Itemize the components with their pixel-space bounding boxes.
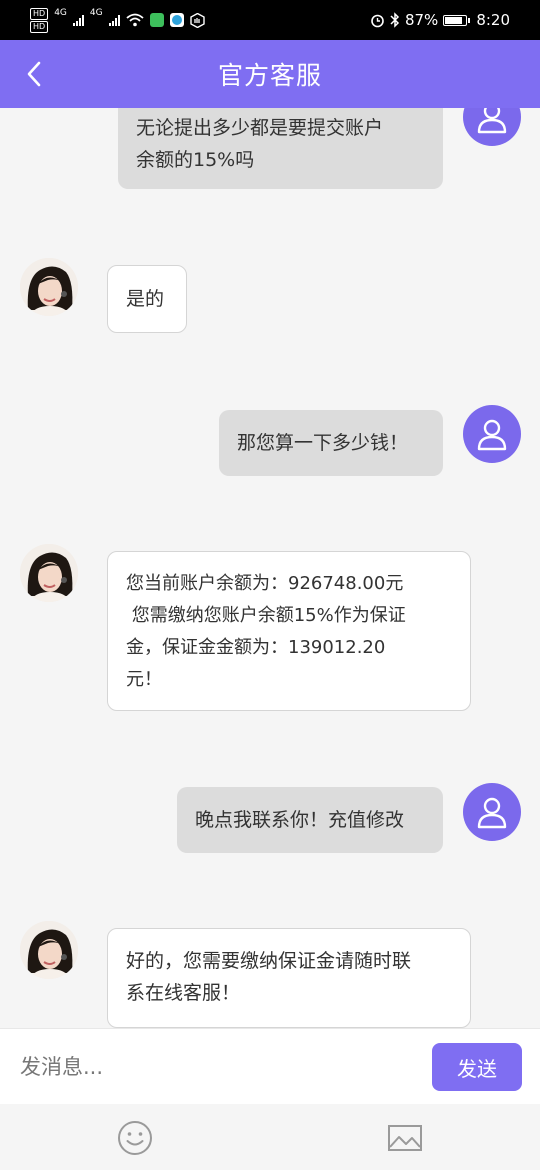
status-bar: HD HD 4G 4G 87% 8:20 (0, 0, 540, 40)
message-line: 晚点我联系你！充值修改 (195, 809, 405, 831)
telegram-app-icon (169, 13, 184, 27)
network-type-label: 4G (89, 7, 103, 18)
status-bar-left: HD HD 4G 4G (30, 7, 205, 33)
emoji-button[interactable] (115, 1118, 155, 1158)
agent-avatar (20, 921, 78, 979)
message-line: 是的 (126, 288, 165, 310)
user-message-bubble: 那您算一下多少钱！ (219, 410, 443, 476)
signal-icon (72, 14, 84, 26)
message-line: 那您算一下多少钱！ (237, 432, 409, 454)
chevron-left-icon (27, 61, 41, 87)
status-bar-right: 87% 8:20 (370, 11, 510, 29)
user-icon (477, 419, 507, 451)
send-button[interactable]: 发送 (432, 1043, 522, 1091)
network-type-label: 4G (54, 7, 67, 18)
agent-photo (20, 258, 78, 316)
app-header: 官方客服 (0, 40, 540, 108)
message-line: 余额的15%吗 (136, 149, 255, 171)
message-line: 系在线客服！ (126, 982, 241, 1004)
hd-badge: HD (30, 7, 49, 20)
battery-fill (445, 16, 463, 24)
battery-icon (443, 14, 471, 26)
user-avatar (463, 405, 521, 463)
composer-bar: 发送 (0, 1028, 540, 1104)
user-icon (477, 797, 507, 829)
image-button[interactable] (385, 1118, 425, 1158)
wechat-app-icon (149, 13, 164, 27)
user-message-bubble: 晚点我联系你！充值修改 (177, 787, 443, 853)
agent-avatar (20, 544, 78, 602)
message-input[interactable] (18, 1043, 402, 1091)
agent-photo (20, 921, 78, 979)
chat-area[interactable]: 无论提出多少都是要提交账户 余额的15%吗 是的 那您算一下多少钱！ 您当前账户… (0, 40, 540, 1028)
alarm-icon (371, 14, 384, 27)
image-icon (388, 1125, 422, 1151)
hand-app-icon (189, 12, 205, 28)
battery-percent: 87% (404, 11, 439, 29)
message-line: 无论提出多少都是要提交账户 (136, 117, 384, 139)
message-line: 您需缴纳您账户余额15%作为保证 (126, 605, 406, 626)
agent-photo (20, 544, 78, 602)
composer-toolbar (0, 1104, 540, 1170)
agent-message-bubble: 好的，您需要缴纳保证金请随时联 系在线客服！ (107, 928, 471, 1028)
hd-badge: HD (30, 20, 49, 33)
hd-badges: HD HD (30, 7, 49, 33)
bluetooth-icon (390, 12, 400, 28)
agent-message-bubble: 您当前账户余额为：926748.00元 您需缴纳您账户余额15%作为保证 金，保… (107, 551, 471, 711)
message-line: 元！ (126, 669, 162, 690)
agent-avatar (20, 258, 78, 316)
message-line: 金，保证金金额为：139012.20 (126, 637, 386, 658)
clock-time: 8:20 (476, 11, 510, 29)
smiley-icon (118, 1121, 152, 1155)
wifi-icon (126, 13, 144, 27)
back-button[interactable] (14, 52, 54, 96)
page-title: 官方客服 (217, 61, 322, 90)
signal-icon (108, 14, 120, 26)
message-line: 好的，您需要缴纳保证金请随时联 (126, 950, 412, 972)
user-avatar (463, 783, 521, 841)
agent-message-bubble: 是的 (107, 265, 187, 333)
message-line: 您当前账户余额为：926748.00元 (126, 573, 404, 594)
